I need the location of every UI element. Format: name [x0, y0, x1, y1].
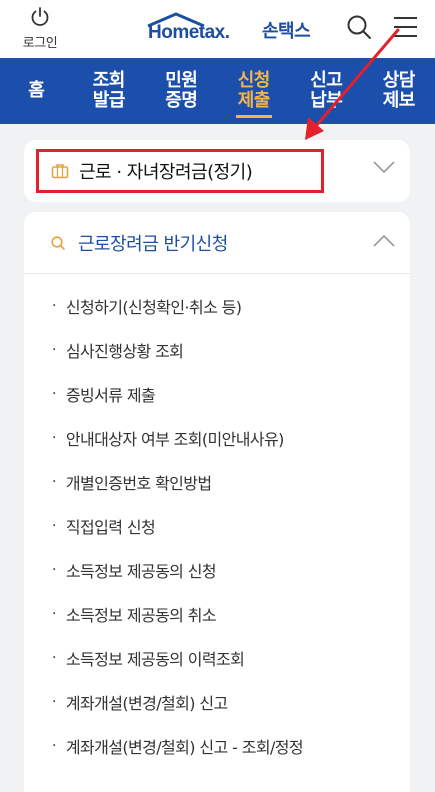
list-item-label: 소득정보 제공동의 취소	[66, 602, 216, 626]
logo-text-en: Hometax.	[148, 22, 230, 44]
chevron-up-icon	[372, 234, 396, 248]
list-item-label: 신청하기(신청확인·취소 등)	[66, 294, 242, 318]
list-item-label: 개별인증번호 확인방법	[66, 470, 212, 494]
login-label: 로그인	[23, 32, 57, 51]
briefcase-icon	[51, 163, 69, 179]
search-button[interactable]	[344, 12, 374, 42]
top-bar: 로그인 Hometax. 손택스	[0, 0, 435, 58]
main-nav: 홈 조회 발급 민원 증명 신청 제출 신고 납부 상담 제보	[0, 58, 435, 124]
list-item-label: 직접입력 신청	[66, 514, 155, 538]
menu-icon	[390, 12, 420, 42]
nav-item-label: 상담 제보	[379, 71, 419, 111]
nav-item-label: 신고 납부	[306, 71, 346, 111]
bullet: ·	[52, 430, 56, 446]
search-icon	[344, 12, 374, 42]
bullet: ·	[52, 694, 56, 710]
list-item-label: 증빙서류 제출	[66, 382, 155, 406]
nav-item-consult[interactable]: 상담 제보	[363, 58, 435, 124]
nav-item-label: 민원 증명	[161, 71, 201, 111]
nav-item-apply[interactable]: 신청 제출	[218, 58, 291, 124]
logo-text-kr: 손택스	[262, 17, 310, 43]
list-item[interactable]: · 소득정보 제공동의 이력조회	[24, 636, 410, 680]
list-item-label: 소득정보 제공동의 신청	[66, 558, 216, 582]
bullet: ·	[52, 562, 56, 578]
list-item[interactable]: · 소득정보 제공동의 취소	[24, 592, 410, 636]
list-item[interactable]: · 계좌개설(변경/철회) 신고 - 조회/정정	[24, 724, 410, 768]
bullet: ·	[52, 738, 56, 754]
section-title: 근로장려금 반기신청	[78, 230, 228, 256]
login-button[interactable]: 로그인	[14, 6, 66, 52]
list-item-label: 소득정보 제공동의 이력조회	[66, 646, 244, 670]
power-icon	[29, 6, 51, 28]
hometax-logo[interactable]: Hometax. 손택스	[140, 8, 310, 48]
list-item-label: 계좌개설(변경/철회) 신고	[66, 690, 228, 714]
bullet: ·	[52, 650, 56, 666]
list-item[interactable]: · 신청하기(신청확인·취소 등)	[24, 284, 410, 328]
bullet: ·	[52, 298, 56, 314]
section-panel: 근로장려금 반기신청 · 신청하기(신청확인·취소 등) · 심사진행상황 조회 ·…	[24, 212, 410, 792]
bullet: ·	[52, 518, 56, 534]
category-highlight-box: 근로 · 자녀장려금(정기)	[36, 149, 324, 193]
nav-item-certificate[interactable]: 민원 증명	[145, 58, 218, 124]
chevron-down-icon	[372, 160, 396, 174]
nav-item-label: 조회 발급	[89, 71, 129, 111]
bullet: ·	[52, 606, 56, 622]
list-item[interactable]: · 직접입력 신청	[24, 504, 410, 548]
list-item-label: 계좌개설(변경/철회) 신고 - 조회/정정	[66, 734, 303, 758]
list-item[interactable]: · 증빙서류 제출	[24, 372, 410, 416]
list-item-label: 심사진행상황 조회	[66, 338, 183, 362]
list-item[interactable]: · 소득정보 제공동의 신청	[24, 548, 410, 592]
section-header[interactable]: 근로장려금 반기신청	[24, 212, 410, 274]
active-tab-indicator	[236, 115, 273, 118]
list-item[interactable]: · 심사진행상황 조회	[24, 328, 410, 372]
category-title: 근로 · 자녀장려금(정기)	[79, 158, 252, 184]
search-icon	[50, 235, 66, 251]
nav-item-report-pay[interactable]: 신고 납부	[290, 58, 363, 124]
section-menu-list: · 신청하기(신청확인·취소 등) · 심사진행상황 조회 · 증빙서류 제출 · 안내…	[24, 274, 410, 768]
list-item[interactable]: · 안내대상자 여부 조회(미안내사유)	[24, 416, 410, 460]
menu-button[interactable]	[390, 12, 420, 42]
nav-item-label: 신청 제출	[234, 71, 274, 111]
nav-item-home[interactable]: 홈	[0, 58, 73, 124]
bullet: ·	[52, 474, 56, 490]
hometax-logo-mark: Hometax.	[140, 8, 260, 48]
list-item[interactable]: · 계좌개설(변경/철회) 신고	[24, 680, 410, 724]
list-item-label: 안내대상자 여부 조회(미안내사유)	[66, 426, 284, 450]
category-dropdown[interactable]: 근로 · 자녀장려금(정기)	[24, 140, 410, 202]
list-item[interactable]: · 개별인증번호 확인방법	[24, 460, 410, 504]
bullet: ·	[52, 342, 56, 358]
bullet: ·	[52, 386, 56, 402]
nav-item-label: 홈	[16, 81, 56, 101]
nav-item-inquiry[interactable]: 조회 발급	[73, 58, 146, 124]
